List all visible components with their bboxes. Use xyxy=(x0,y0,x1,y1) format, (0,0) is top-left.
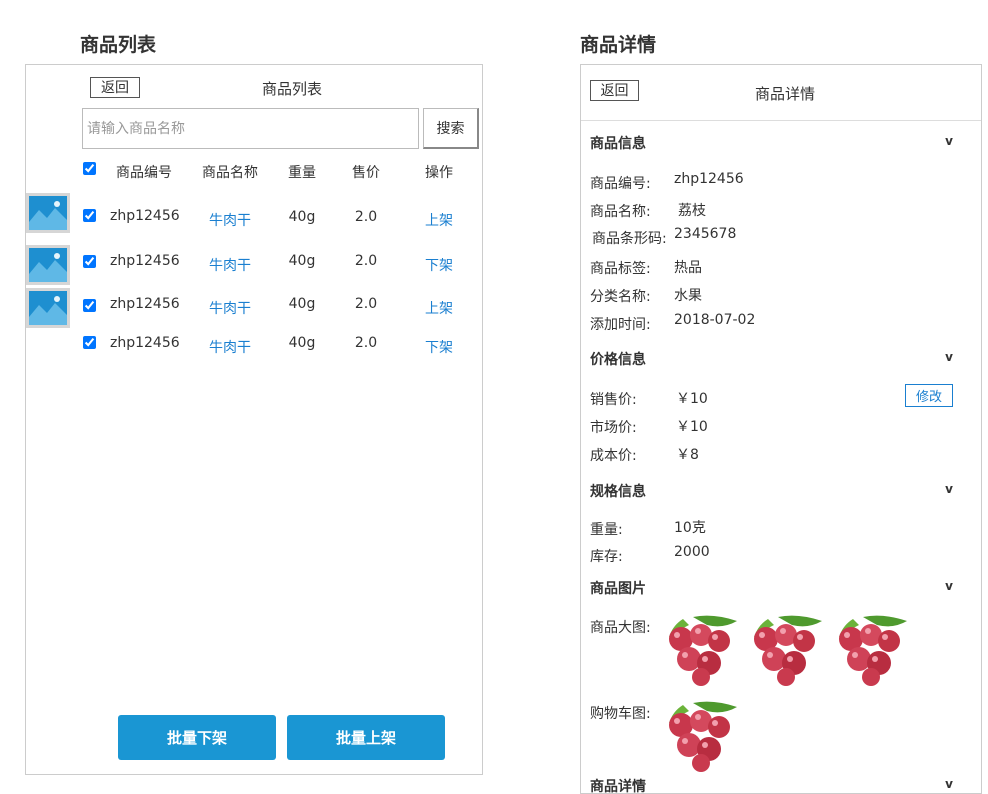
row-checkbox[interactable] xyxy=(83,299,96,312)
header-divider xyxy=(581,120,981,121)
product-weight: 40g xyxy=(288,209,316,225)
action-link[interactable]: 下架 xyxy=(419,337,459,357)
field-value: ￥8 xyxy=(676,447,699,463)
field-value: 荔枝 xyxy=(678,203,706,219)
image-placeholder-icon xyxy=(29,196,67,230)
image-placeholder-icon xyxy=(29,291,67,325)
field-value: zhp12456 xyxy=(674,171,744,187)
field-label: 添加时间: xyxy=(590,317,651,333)
field-label: 商品条形码: xyxy=(592,231,667,247)
action-link[interactable]: 上架 xyxy=(419,210,459,230)
product-code: zhp12456 xyxy=(110,335,180,351)
group-heading-images[interactable]: 商品图片 xyxy=(590,578,953,598)
field-label: 商品大图: xyxy=(590,620,651,636)
product-list-panel: 返回 商品列表 搜索 商品编号 商品名称 重量 售价 操作 zhp12456 牛… xyxy=(25,64,483,775)
col-header-code: 商品编号 xyxy=(116,165,172,181)
group-heading-spec[interactable]: 规格信息 xyxy=(590,481,953,501)
product-detail-heading: 商品详情 xyxy=(580,34,657,56)
product-large-image[interactable] xyxy=(833,615,909,687)
product-code: zhp12456 xyxy=(110,296,180,312)
product-thumbnail xyxy=(26,288,70,328)
product-weight: 40g xyxy=(288,253,316,269)
search-button[interactable]: 搜索 xyxy=(423,108,479,149)
image-placeholder-icon xyxy=(29,248,67,282)
product-thumbnail xyxy=(26,245,70,285)
product-name-link[interactable]: 牛肉干 xyxy=(198,298,262,318)
select-all-checkbox[interactable] xyxy=(83,162,96,175)
product-name-link[interactable]: 牛肉干 xyxy=(198,337,262,357)
field-value: 2000 xyxy=(674,544,710,560)
chevron-down-icon[interactable]: v xyxy=(945,482,953,496)
group-heading-price[interactable]: 价格信息 xyxy=(590,349,953,369)
field-value: 2345678 xyxy=(674,226,737,242)
product-name-link[interactable]: 牛肉干 xyxy=(198,255,262,275)
field-value: ￥10 xyxy=(676,419,708,435)
field-label: 商品标签: xyxy=(590,261,651,277)
group-heading-detail[interactable]: 商品详情 xyxy=(590,776,953,793)
field-label: 市场价: xyxy=(590,420,637,436)
product-list-heading: 商品列表 xyxy=(80,34,157,56)
chevron-down-icon[interactable]: v xyxy=(945,134,953,148)
product-weight: 40g xyxy=(288,335,316,351)
action-link[interactable]: 上架 xyxy=(419,298,459,318)
row-checkbox[interactable] xyxy=(83,336,96,349)
product-thumbnail xyxy=(26,193,70,233)
col-header-action: 操作 xyxy=(425,165,453,181)
field-label: 销售价: xyxy=(590,392,637,408)
field-label: 购物车图: xyxy=(590,706,651,722)
product-large-image[interactable] xyxy=(748,615,824,687)
field-label: 商品名称: xyxy=(590,204,651,220)
field-label: 商品编号: xyxy=(590,176,651,192)
bulk-list-button[interactable]: 批量上架 xyxy=(287,715,445,760)
panel-title: 商品列表 xyxy=(262,80,323,98)
product-price: 2.0 xyxy=(354,209,378,225)
field-label: 重量: xyxy=(590,522,623,538)
product-code: zhp12456 xyxy=(110,208,180,224)
edit-price-button[interactable]: 修改 xyxy=(905,384,953,407)
product-weight: 40g xyxy=(288,296,316,312)
product-cart-image[interactable] xyxy=(663,701,739,773)
product-price: 2.0 xyxy=(354,253,378,269)
col-header-weight: 重量 xyxy=(288,165,316,181)
back-button[interactable]: 返回 xyxy=(590,80,639,101)
chevron-down-icon[interactable]: v xyxy=(945,579,953,593)
search-input[interactable] xyxy=(82,108,419,149)
product-detail-panel: 返回 商品详情 商品信息 v 商品编号: zhp12456 商品名称: 荔枝 商… xyxy=(580,64,982,794)
row-checkbox[interactable] xyxy=(83,209,96,222)
field-value: 水果 xyxy=(674,288,702,304)
col-header-price: 售价 xyxy=(352,165,380,181)
row-checkbox[interactable] xyxy=(83,255,96,268)
field-label: 分类名称: xyxy=(590,289,651,305)
field-value: ￥10 xyxy=(676,391,708,407)
field-value: 热品 xyxy=(674,260,702,276)
product-price: 2.0 xyxy=(354,296,378,312)
group-heading-info[interactable]: 商品信息 xyxy=(590,133,953,153)
action-link[interactable]: 下架 xyxy=(419,255,459,275)
product-price: 2.0 xyxy=(354,335,378,351)
chevron-down-icon[interactable]: v xyxy=(945,350,953,364)
field-value: 10克 xyxy=(674,520,706,536)
bulk-unlist-button[interactable]: 批量下架 xyxy=(118,715,276,760)
field-label: 成本价: xyxy=(590,448,637,464)
col-header-name: 商品名称 xyxy=(202,165,258,181)
field-label: 库存: xyxy=(590,549,623,565)
product-large-image[interactable] xyxy=(663,615,739,687)
back-button[interactable]: 返回 xyxy=(90,77,140,98)
panel-title: 商品详情 xyxy=(755,85,816,103)
chevron-down-icon[interactable]: v xyxy=(945,777,953,791)
product-name-link[interactable]: 牛肉干 xyxy=(198,210,262,230)
field-value: 2018-07-02 xyxy=(674,312,756,328)
product-code: zhp12456 xyxy=(110,253,180,269)
